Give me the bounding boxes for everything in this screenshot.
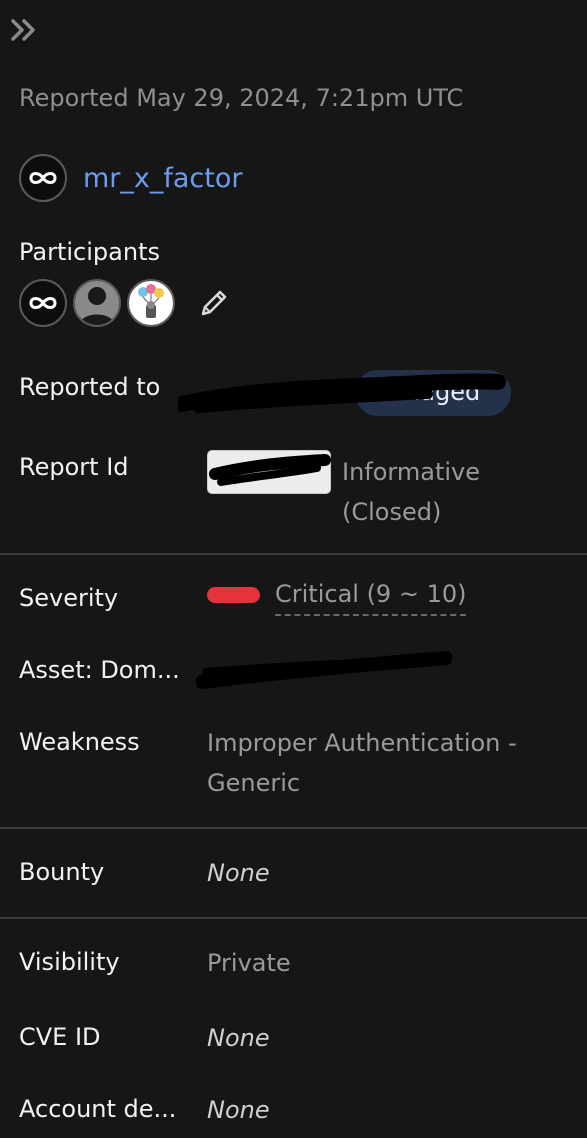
- asset-label: Asset: Dom...: [19, 656, 180, 684]
- account-details-value: None: [207, 1096, 270, 1124]
- infinity-icon: [29, 172, 57, 184]
- participant-avatar[interactable]: [73, 279, 121, 327]
- report-id-label: Report Id: [19, 453, 129, 481]
- severity-indicator: [207, 587, 260, 603]
- severity-label: Severity: [19, 584, 119, 612]
- visibility-value: Private: [207, 949, 291, 977]
- person-silhouette-icon: [79, 287, 115, 325]
- redaction-mark: [178, 373, 506, 413]
- cve-id-value: None: [207, 1024, 270, 1052]
- account-details-label: Account de...: [19, 1095, 177, 1123]
- section-divider: [0, 917, 587, 919]
- weakness-value: Improper Authentication - Generic: [207, 729, 517, 797]
- infinity-icon: [29, 297, 57, 309]
- participants-list: [19, 279, 231, 327]
- participants-label: Participants: [19, 238, 160, 266]
- report-status: Informative (Closed): [342, 458, 480, 526]
- cve-id-label: CVE ID: [19, 1023, 101, 1051]
- edit-participants-button[interactable]: [197, 286, 231, 320]
- section-divider: [0, 827, 587, 829]
- pencil-icon: [201, 290, 227, 316]
- double-chevron-right-icon: [11, 19, 35, 41]
- participant-avatar[interactable]: [19, 279, 67, 327]
- reporter-avatar[interactable]: [19, 154, 67, 202]
- reporter: mr_x_factor: [19, 154, 242, 202]
- bounty-value: None: [207, 859, 270, 887]
- section-divider: [0, 553, 587, 555]
- report-details-panel: Reported May 29, 2024, 7:21pm UTC mr_x_f…: [0, 0, 587, 1138]
- participant-avatar[interactable]: [127, 279, 175, 327]
- bounty-label: Bounty: [19, 858, 105, 886]
- redaction-mark: [196, 651, 452, 689]
- balloon-character-icon: [138, 284, 164, 318]
- reported-timestamp: Reported May 29, 2024, 7:21pm UTC: [19, 84, 464, 112]
- weakness-label: Weakness: [19, 728, 140, 756]
- redaction-mark: [209, 454, 331, 486]
- reported-to-label: Reported to: [19, 373, 161, 401]
- severity-value[interactable]: Critical (9 ~ 10): [275, 574, 467, 616]
- visibility-label: Visibility: [19, 948, 120, 976]
- reporter-username-link[interactable]: mr_x_factor: [83, 163, 242, 194]
- collapse-panel-button[interactable]: [10, 16, 38, 44]
